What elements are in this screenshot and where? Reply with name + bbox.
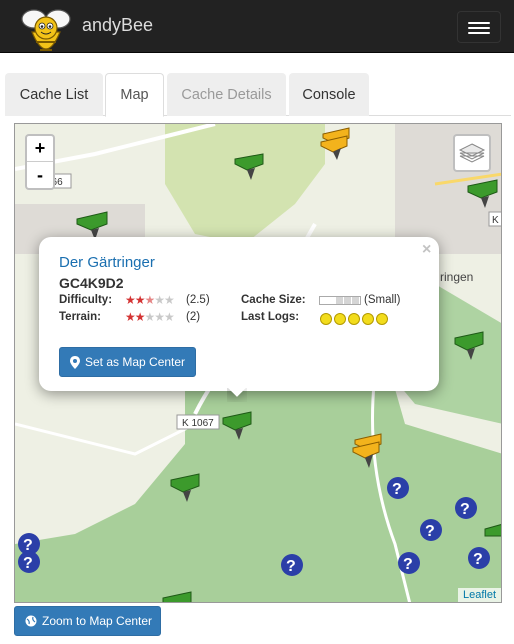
svg-text:?: ? — [425, 523, 435, 540]
brand-title[interactable]: andyBee — [82, 15, 153, 36]
mystery-cache-marker[interactable]: ? — [281, 554, 303, 576]
cache-popup: × Der Gärtringer GC4K9D2 Difficulty: ★★★… — [39, 237, 439, 391]
difficulty-label: Difficulty: — [59, 294, 113, 306]
place-label-ringen: ringen — [440, 270, 473, 284]
leaflet-attribution-link[interactable]: Leaflet — [457, 588, 501, 602]
road-label-k: K — [492, 215, 499, 226]
popup-tip — [227, 388, 247, 402]
difficulty-stars: ★★★★★ — [125, 293, 175, 307]
last-logs-smileys — [320, 313, 388, 325]
layers-icon[interactable] — [453, 134, 491, 172]
svg-text:?: ? — [403, 556, 413, 573]
mystery-cache-marker[interactable]: ? — [387, 477, 409, 499]
cache-name-link[interactable]: Der Gärtringer — [59, 254, 155, 271]
zoom-control: + - — [25, 134, 55, 190]
terrain-value: (2) — [186, 311, 201, 323]
cache-size-value: (Small) — [364, 294, 401, 306]
found-smiley-icon — [320, 313, 332, 325]
bee-logo-icon[interactable] — [14, 4, 78, 66]
svg-text:?: ? — [23, 555, 33, 572]
tab-cache-details: Cache Details — [167, 73, 286, 116]
mystery-cache-marker[interactable]: ? — [468, 547, 490, 569]
tab-bar: Cache List Map Cache Details Console — [5, 73, 511, 117]
zoom-to-map-center-label: Zoom to Map Center — [42, 614, 153, 628]
popup-close-button[interactable]: × — [422, 241, 431, 259]
mystery-cache-marker[interactable]: ? — [455, 497, 477, 519]
cache-size-bar — [319, 296, 361, 305]
tab-cache-list[interactable]: Cache List — [5, 73, 103, 116]
last-logs-label: Last Logs: — [241, 311, 300, 323]
found-smiley-icon — [348, 313, 360, 325]
hamburger-menu-icon[interactable] — [457, 11, 501, 43]
navbar: andyBee — [0, 0, 514, 53]
svg-text:?: ? — [286, 558, 296, 575]
terrain-label: Terrain: — [59, 311, 101, 323]
globe-icon — [25, 615, 37, 627]
found-smiley-icon — [362, 313, 374, 325]
zoom-in-button[interactable]: + — [27, 136, 53, 162]
terrain-stars: ★★★★★ — [125, 310, 175, 324]
found-smiley-icon — [376, 313, 388, 325]
mystery-cache-marker[interactable]: ? — [398, 552, 420, 574]
set-map-center-label: Set as Map Center — [85, 355, 186, 369]
zoom-out-button[interactable]: - — [27, 162, 53, 188]
cache-code: GC4K9D2 — [59, 275, 124, 291]
tab-map[interactable]: Map — [105, 73, 164, 117]
map-view[interactable]: 066 K 1067 K ringen Deufringen — [14, 123, 502, 603]
road-label-k1067: K 1067 — [182, 418, 214, 429]
svg-text:?: ? — [460, 501, 470, 518]
cache-size-label: Cache Size: — [241, 294, 306, 306]
mystery-cache-marker[interactable]: ? — [18, 551, 40, 573]
set-map-center-button[interactable]: Set as Map Center — [59, 347, 196, 377]
svg-text:?: ? — [392, 481, 402, 498]
svg-text:?: ? — [473, 551, 483, 568]
found-smiley-icon — [334, 313, 346, 325]
mystery-cache-marker[interactable]: ? — [420, 519, 442, 541]
map-marker-icon — [70, 355, 80, 369]
tab-console[interactable]: Console — [289, 73, 369, 116]
zoom-to-map-center-button[interactable]: Zoom to Map Center — [14, 606, 161, 636]
difficulty-value: (2.5) — [186, 294, 210, 306]
